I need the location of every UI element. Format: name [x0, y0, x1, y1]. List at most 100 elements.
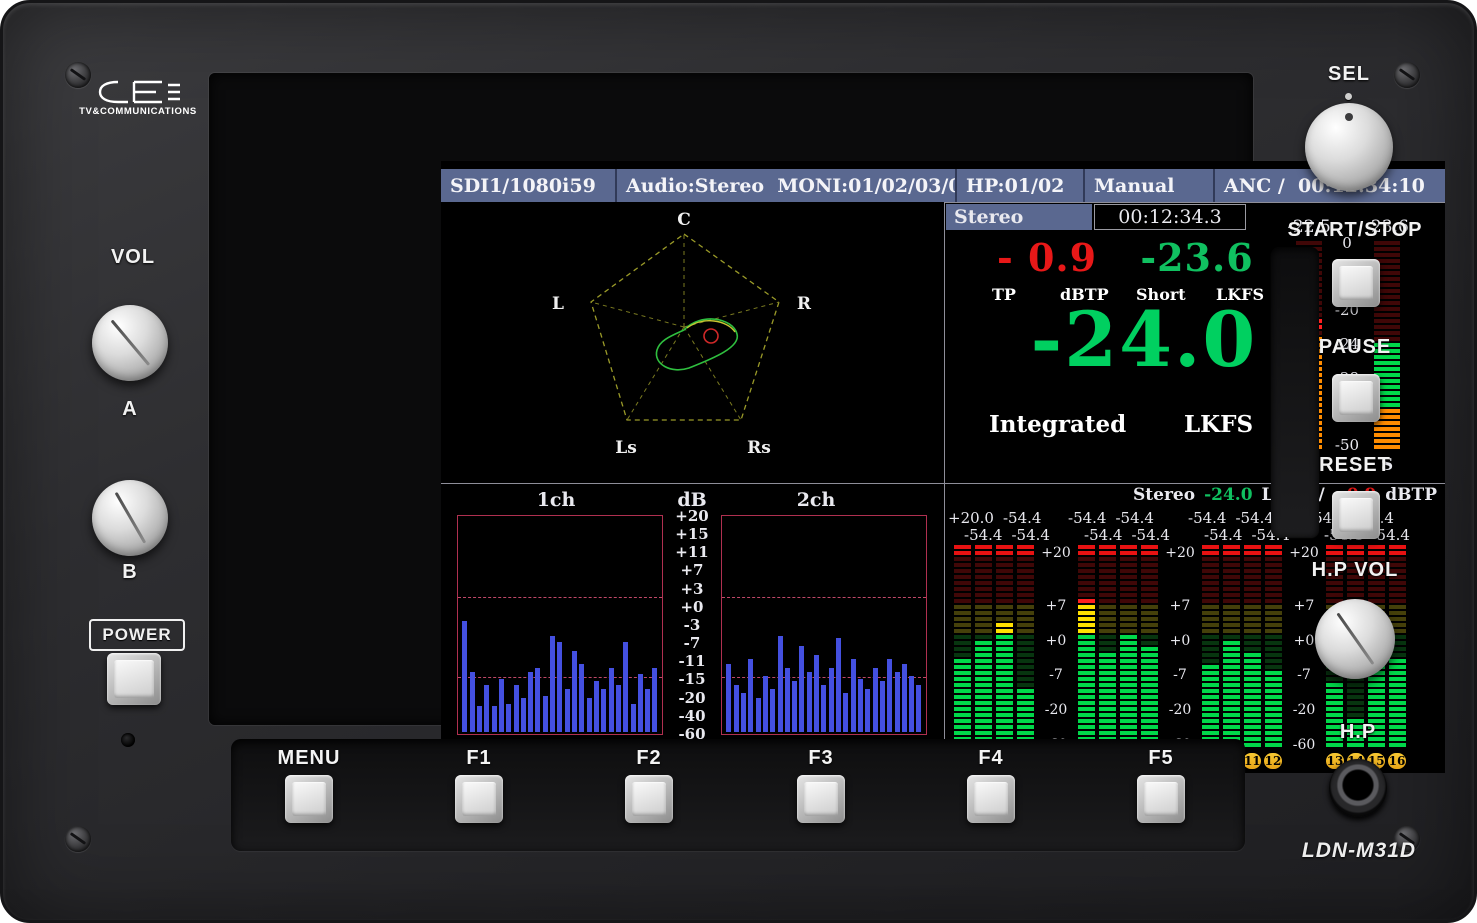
meter-segment [1202, 563, 1219, 567]
meter-segment [975, 725, 992, 729]
meter-segment [1141, 665, 1158, 669]
meter-segment [1244, 737, 1261, 741]
meter-segment [1265, 623, 1282, 627]
spectrum-bar [829, 668, 834, 732]
meter-segment [1017, 707, 1034, 711]
hp-vol-knob[interactable] [1315, 599, 1395, 679]
meter-segment [1389, 605, 1406, 609]
meter-segment [1244, 731, 1261, 735]
spectrum-bar [821, 685, 826, 732]
model-label: LDN-M31D [1284, 839, 1434, 863]
meter-segment [1099, 641, 1116, 645]
reset-label: RESET [1310, 454, 1400, 477]
meter-segment [1099, 545, 1116, 549]
meter-segment [1017, 581, 1034, 585]
spectrum-bar [778, 636, 783, 732]
meter-segment [996, 713, 1013, 717]
meter-segment [1099, 623, 1116, 627]
meter-segment [1078, 605, 1095, 609]
channel-meter [1017, 545, 1034, 749]
meter-segment [975, 653, 992, 657]
surround-label-l: L [543, 294, 573, 314]
power-button[interactable] [107, 653, 161, 705]
meter-segment [1265, 635, 1282, 639]
sel-knob[interactable] [1305, 103, 1393, 191]
peak-pair: +20.0-54.4 [948, 509, 1068, 527]
level-meter-group-2 [1078, 545, 1158, 749]
meter-segment [1141, 599, 1158, 603]
meter-segment [1120, 605, 1137, 609]
channel-meter [996, 545, 1013, 749]
volume-a-knob[interactable] [92, 305, 168, 381]
meter-segment [1120, 659, 1137, 663]
meter-segment [1141, 617, 1158, 621]
f2-button[interactable] [625, 775, 673, 823]
meter-segment [954, 587, 971, 591]
spectrum-bar [756, 698, 761, 732]
meter-segment [1120, 623, 1137, 627]
pause-button[interactable] [1332, 374, 1380, 422]
meter-segment [1244, 629, 1261, 633]
meter-segment [1265, 563, 1282, 567]
level-scale-tick: -20 [1036, 702, 1076, 718]
spectrum-bar [887, 659, 892, 732]
meter-segment [1265, 737, 1282, 741]
f1-label: F1 [434, 747, 524, 770]
meter-segment [975, 551, 992, 555]
meter-segment [1244, 743, 1261, 747]
screen-bezel: SDI1/1080i59 Audio:Stereo MONI:01/02/03/… [209, 73, 1253, 725]
meter-segment [954, 569, 971, 573]
meter-segment [1017, 617, 1034, 621]
meter-segment [954, 677, 971, 681]
meter-segment [1017, 683, 1034, 687]
meter-segment [1099, 635, 1116, 639]
spectrum-bar [916, 685, 921, 732]
spectrum-bar [462, 621, 467, 732]
meter-segment [1017, 653, 1034, 657]
meter-segment [1141, 569, 1158, 573]
meter-segment [1120, 587, 1137, 591]
meter-segment [1078, 611, 1095, 615]
channel-meter [1202, 545, 1219, 749]
meter-segment [1244, 719, 1261, 723]
f5-button[interactable] [1137, 775, 1185, 823]
power-label: POWER [89, 619, 185, 651]
f3-button[interactable] [797, 775, 845, 823]
menu-button[interactable] [285, 775, 333, 823]
meter-segment [954, 557, 971, 561]
meter-segment [996, 707, 1013, 711]
level-scale-tick: +7 [1036, 598, 1076, 614]
start-stop-button[interactable] [1332, 259, 1380, 307]
meter-segment [996, 719, 1013, 723]
meter-segment [996, 617, 1013, 621]
f4-button[interactable] [967, 775, 1015, 823]
meter-segment [1120, 713, 1137, 717]
spectrum-bar [484, 685, 489, 732]
meter-segment [996, 653, 1013, 657]
f1-button[interactable] [455, 775, 503, 823]
meter-segment [1265, 719, 1282, 723]
meter-segment [1389, 713, 1406, 717]
meter-segment [1244, 635, 1261, 639]
db-scale-tick: -11 [678, 652, 705, 670]
spectrum-bar [785, 668, 790, 732]
meter-segment [1078, 575, 1095, 579]
spectrum-bar [652, 668, 657, 732]
channel-meter [975, 545, 992, 749]
status-bar: SDI1/1080i59 Audio:Stereo MONI:01/02/03/… [441, 169, 1445, 202]
headphone-jack[interactable] [1329, 759, 1387, 817]
meter-segment [1078, 659, 1095, 663]
meter-segment [1389, 611, 1406, 615]
meter-segment [954, 713, 971, 717]
reset-button[interactable] [1332, 491, 1380, 539]
meter-segment [1017, 647, 1034, 651]
level-scale: +20+7+0-7-20-60 [1160, 545, 1200, 749]
volume-b-knob[interactable] [92, 480, 168, 556]
meter-segment [1141, 641, 1158, 645]
meter-segment [996, 605, 1013, 609]
meter-segment [1017, 725, 1034, 729]
spectrum-bar [477, 706, 482, 732]
pause-label: PAUSE [1310, 336, 1400, 359]
meter-segment [1244, 665, 1261, 669]
meter-segment [996, 665, 1013, 669]
